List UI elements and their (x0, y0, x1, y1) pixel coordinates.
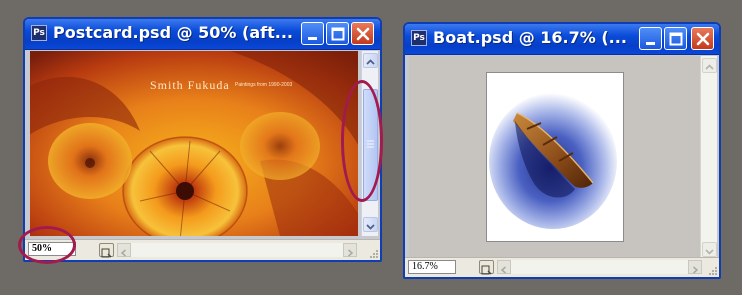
photoshop-icon: Ps (411, 30, 427, 46)
title-bar[interactable]: Ps Boat.psd @ 16.7% (... (405, 24, 719, 55)
window-title: Postcard.psd @ 50% (aft... (53, 23, 293, 42)
chevron-left-icon (500, 266, 506, 274)
minimize-icon (646, 42, 655, 45)
chevron-down-icon (366, 224, 375, 230)
scroll-up-button[interactable] (702, 58, 717, 73)
maximize-icon (669, 32, 683, 46)
zoom-level-field[interactable]: 16.7% (408, 260, 456, 274)
scroll-down-button[interactable] (702, 242, 717, 257)
close-icon (356, 27, 370, 41)
document-window-boat[interactable]: Ps Boat.psd @ 16.7% (... 16.7% (403, 22, 721, 279)
status-bar: 50% (25, 239, 380, 260)
scroll-right-button[interactable] (343, 243, 357, 257)
close-icon (696, 32, 710, 46)
status-info-button[interactable] (99, 243, 114, 258)
horizontal-scrollbar[interactable] (117, 243, 357, 257)
boat-canvas-area[interactable] (409, 56, 700, 259)
chevron-up-icon (366, 59, 375, 65)
maximize-button[interactable] (664, 27, 687, 50)
scroll-up-button[interactable] (363, 53, 378, 68)
chevron-right-icon (348, 249, 354, 257)
vertical-scrollbar[interactable] (700, 56, 717, 259)
status-info-icon (101, 248, 112, 258)
boat-document (486, 72, 624, 242)
close-button[interactable] (351, 22, 374, 45)
maximize-icon (331, 27, 345, 41)
chevron-left-icon (120, 249, 126, 257)
status-info-button[interactable] (479, 260, 494, 275)
status-bar: 16.7% (405, 257, 719, 277)
close-button[interactable] (691, 27, 714, 50)
minimize-button[interactable] (639, 27, 662, 50)
scroll-left-button[interactable] (497, 260, 511, 274)
horizontal-scrollbar[interactable] (497, 260, 702, 274)
chevron-right-icon (693, 266, 699, 274)
title-bar[interactable]: Ps Postcard.psd @ 50% (aft... (25, 19, 380, 50)
zoom-field-highlight-circle (18, 226, 76, 264)
scroll-left-button[interactable] (117, 243, 131, 257)
boat-image (489, 93, 617, 229)
status-info-icon (481, 265, 492, 275)
scroll-right-button[interactable] (688, 260, 702, 274)
scrollbar-highlight-circle (341, 80, 383, 202)
maximize-button[interactable] (326, 22, 349, 45)
postcard-canvas[interactable]: Smith Fukuda Paintings from 1990-2003 (30, 51, 358, 236)
minimize-icon (308, 37, 317, 40)
resize-grip-icon[interactable] (367, 247, 379, 259)
postcard-subheading: Paintings from 1990-2003 (235, 82, 293, 88)
scroll-down-button[interactable] (363, 217, 378, 232)
postcard-heading: Smith Fukuda (150, 78, 230, 92)
document-window-postcard[interactable]: Ps Postcard.psd @ 50% (aft... Smith Fuku… (23, 17, 382, 262)
chevron-up-icon (705, 64, 714, 70)
window-title: Boat.psd @ 16.7% (... (433, 28, 627, 47)
resize-grip-icon[interactable] (706, 264, 718, 276)
photoshop-icon: Ps (31, 25, 47, 41)
minimize-button[interactable] (301, 22, 324, 45)
